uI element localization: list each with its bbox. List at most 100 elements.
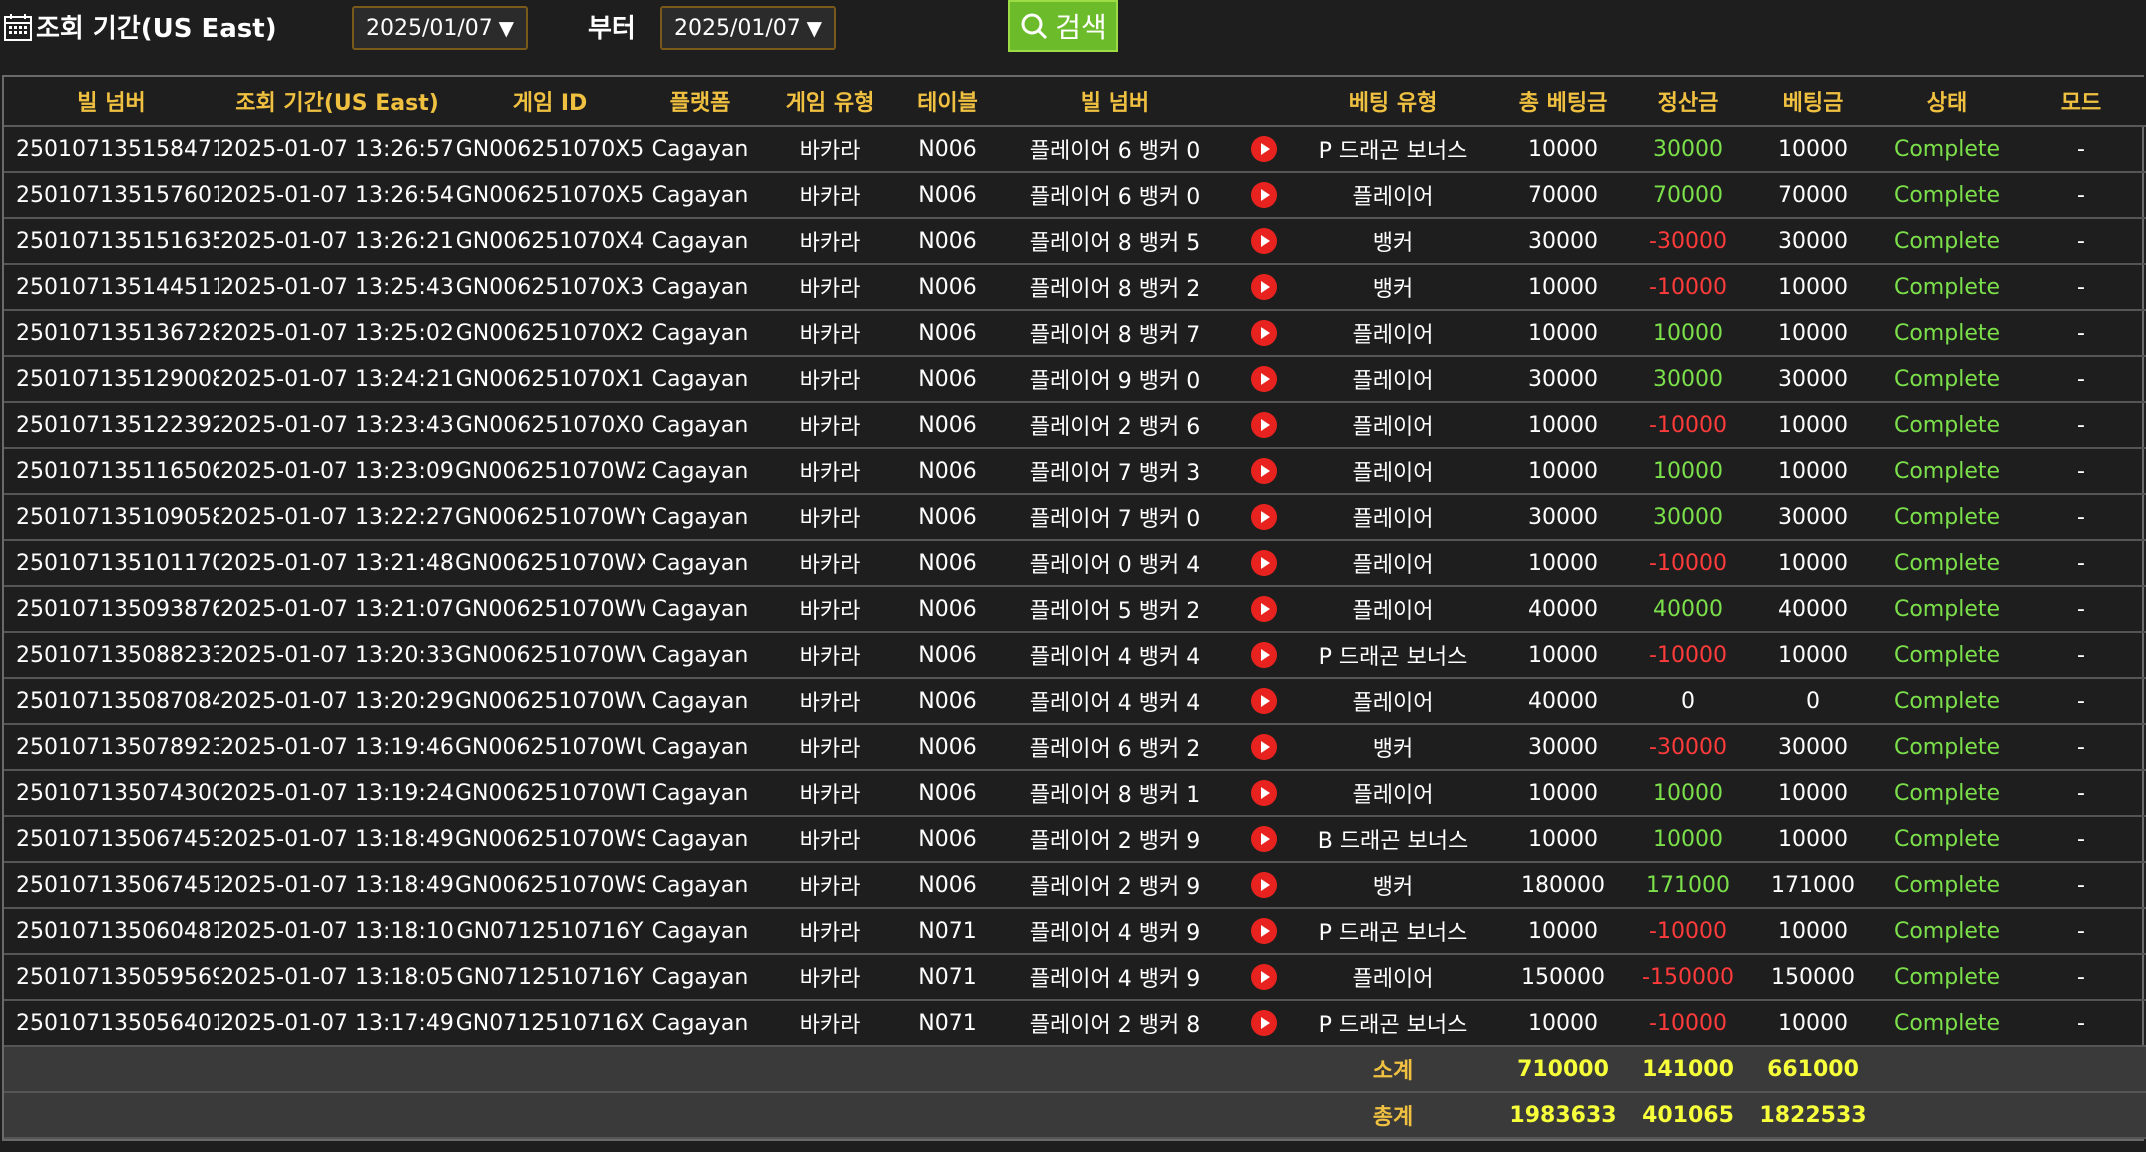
bill-number-cell: 250107135109058 — [4, 494, 219, 541]
time-cell: 2025-01-07 13:22:27 — [219, 494, 455, 541]
date-from-select[interactable]: 2025/01/07 ▼ — [352, 6, 528, 50]
replay-cell — [1240, 724, 1288, 771]
play-replay-icon[interactable] — [1251, 504, 1277, 530]
result-cell: 플레이어 2 뱅커 8 — [990, 1000, 1240, 1047]
play-replay-icon[interactable] — [1251, 596, 1277, 622]
play-replay-icon[interactable] — [1251, 228, 1277, 254]
play-replay-icon[interactable] — [1251, 182, 1277, 208]
total-bet-cell: 10000 — [1498, 632, 1628, 679]
result-cell: 플레이어 2 뱅커 9 — [990, 862, 1240, 909]
replay-cell — [1240, 448, 1288, 495]
search-label: 검색 — [1055, 11, 1107, 44]
bet-cell: 10000 — [1748, 816, 1878, 863]
status-cell: Complete — [1878, 356, 2016, 403]
search-button[interactable]: 검색 — [1008, 0, 1118, 52]
platform-cell: Cagayan — [645, 172, 755, 219]
status-cell: Complete — [1878, 1000, 2016, 1047]
payout-cell: -10000 — [1628, 402, 1748, 449]
payout-cell: -30000 — [1628, 218, 1748, 265]
table-body: 250107135158471 2025-01-07 13:26:57 GN0062… — [4, 126, 2146, 1047]
subtotal-row: 소계 710000 141000 661000 — [4, 1046, 2146, 1093]
result-cell: 플레이어 8 뱅커 5 — [990, 218, 1240, 265]
replay-cell — [1240, 954, 1288, 1001]
total-bet-cell: 10000 — [1498, 770, 1628, 817]
table-row: 250107135087084 2025-01-07 13:20:29 GN0062… — [4, 678, 2146, 725]
time-cell: 2025-01-07 13:26:54 — [219, 172, 455, 219]
play-replay-icon[interactable] — [1251, 1010, 1277, 1036]
time-cell: 2025-01-07 13:24:21 — [219, 356, 455, 403]
replay-cell — [1240, 402, 1288, 449]
time-cell: 2025-01-07 13:18:05 — [219, 954, 455, 1001]
bet-cell: 0 — [1748, 678, 1878, 725]
replay-cell — [1240, 908, 1288, 955]
bet-type-cell: B 드래곤 보너스 — [1288, 816, 1498, 863]
play-replay-icon[interactable] — [1251, 688, 1277, 714]
game-type-cell: 바카라 — [755, 678, 905, 725]
table-cell: N071 — [905, 954, 990, 1001]
game-type-cell: 바카라 — [755, 448, 905, 495]
total-bet-cell: 10000 — [1498, 126, 1628, 173]
play-replay-icon[interactable] — [1251, 780, 1277, 806]
mode-cell: - — [2016, 908, 2146, 955]
table-cell: N006 — [905, 632, 990, 679]
result-cell: 플레이어 8 뱅커 7 — [990, 310, 1240, 357]
play-replay-icon[interactable] — [1251, 550, 1277, 576]
mode-cell: - — [2016, 770, 2146, 817]
bet-type-cell: 플레이어 — [1288, 172, 1498, 219]
status-cell: Complete — [1878, 724, 2016, 771]
game-id-cell: GN006251070X5 — [455, 172, 645, 219]
payout-cell: 10000 — [1628, 816, 1748, 863]
play-replay-icon[interactable] — [1251, 918, 1277, 944]
game-id-cell: GN006251070X5 — [455, 126, 645, 173]
time-cell: 2025-01-07 13:25:43 — [219, 264, 455, 311]
bet-type-cell: 플레이어 — [1288, 678, 1498, 725]
time-cell: 2025-01-07 13:18:49 — [219, 816, 455, 863]
play-replay-icon[interactable] — [1251, 964, 1277, 990]
game-type-cell: 바카라 — [755, 494, 905, 541]
payout-cell: -30000 — [1628, 724, 1748, 771]
bet-cell: 10000 — [1748, 310, 1878, 357]
date-to-select[interactable]: 2025/01/07 ▼ — [660, 6, 836, 50]
play-replay-icon[interactable] — [1251, 412, 1277, 438]
game-id-cell: GN006251070X4 — [455, 218, 645, 265]
play-replay-icon[interactable] — [1251, 734, 1277, 760]
game-id-cell: GN006251070X2 — [455, 310, 645, 357]
col-header: 게임 유형 — [755, 77, 905, 127]
status-cell: Complete — [1878, 770, 2016, 817]
bet-type-cell: 뱅커 — [1288, 218, 1498, 265]
dropdown-arrow-icon: ▼ — [806, 16, 822, 40]
calendar-icon — [4, 13, 32, 41]
play-replay-icon[interactable] — [1251, 366, 1277, 392]
table-cell: N006 — [905, 172, 990, 219]
play-replay-icon[interactable] — [1251, 274, 1277, 300]
payout-cell: -10000 — [1628, 908, 1748, 955]
table-row: 250107135067451 2025-01-07 13:18:49 GN0062… — [4, 862, 2146, 909]
platform-cell: Cagayan — [645, 264, 755, 311]
play-replay-icon[interactable] — [1251, 872, 1277, 898]
bill-number-cell: 250107135157601 — [4, 172, 219, 219]
game-id-cell: GN0712510716X — [455, 1000, 645, 1047]
bill-number-cell: 250107135136728 — [4, 310, 219, 357]
col-header: 정산금 — [1628, 77, 1748, 127]
game-type-cell: 바카라 — [755, 954, 905, 1001]
bet-cell: 171000 — [1748, 862, 1878, 909]
game-type-cell: 바카라 — [755, 172, 905, 219]
result-cell: 플레이어 6 뱅커 0 — [990, 126, 1240, 173]
bet-cell: 10000 — [1748, 632, 1878, 679]
play-replay-icon[interactable] — [1251, 642, 1277, 668]
bet-cell: 10000 — [1748, 540, 1878, 587]
play-replay-icon[interactable] — [1251, 320, 1277, 346]
game-id-cell: GN006251070X3 — [455, 264, 645, 311]
play-replay-icon[interactable] — [1251, 136, 1277, 162]
between-label: 부터 — [588, 14, 636, 44]
replay-cell — [1240, 540, 1288, 587]
payout-cell: -10000 — [1628, 1000, 1748, 1047]
bet-type-cell: 뱅커 — [1288, 724, 1498, 771]
table-row: 250107135157601 2025-01-07 13:26:54 GN0062… — [4, 172, 2146, 219]
game-type-cell: 바카라 — [755, 540, 905, 587]
time-cell: 2025-01-07 13:20:33 — [219, 632, 455, 679]
play-replay-icon[interactable] — [1251, 458, 1277, 484]
play-replay-icon[interactable] — [1251, 826, 1277, 852]
platform-cell: Cagayan — [645, 632, 755, 679]
payout-cell: 40000 — [1628, 586, 1748, 633]
